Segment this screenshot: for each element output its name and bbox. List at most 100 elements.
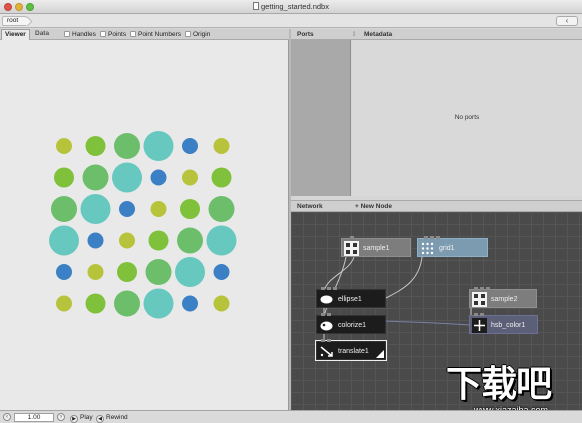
grid-circle — [213, 138, 230, 154]
address-bar: root ‹ — [0, 14, 582, 28]
colorize-icon — [319, 318, 334, 333]
tab-data[interactable]: Data — [32, 29, 52, 40]
node-hsb-color1[interactable]: hsb_color1 — [469, 313, 538, 334]
grid-circle — [87, 232, 104, 249]
grid-circle — [148, 230, 169, 251]
grid-circle — [182, 169, 198, 186]
tab-viewer[interactable]: Viewer — [1, 29, 30, 40]
frame-field[interactable]: 1.00 — [14, 413, 54, 422]
grid-circle — [208, 196, 235, 222]
point-numbers-label: Point Numbers — [138, 31, 181, 38]
breadcrumb-root[interactable]: root — [2, 16, 28, 26]
grid-circle — [143, 288, 174, 319]
grid-circle — [175, 257, 205, 287]
watermark-logo: 下载吧 — [446, 364, 552, 405]
grid-circle — [114, 133, 140, 159]
grid-circle — [56, 138, 72, 154]
grid-dots-icon — [472, 292, 487, 307]
network-header: Network + New Node — [291, 200, 582, 212]
grid-circle — [213, 295, 230, 312]
node-label: translate1 — [338, 348, 369, 355]
node-label: colorize1 — [338, 322, 367, 329]
rendered-flag-icon — [376, 350, 384, 358]
node-grid1[interactable]: grid1 — [417, 236, 488, 257]
grid-circle — [119, 232, 135, 249]
grid-circle — [51, 196, 77, 222]
grid-dots-icon — [344, 241, 359, 256]
grid-circle — [56, 264, 72, 280]
rewind-label: Rewind — [106, 414, 128, 421]
no-ports-message: No ports — [454, 114, 480, 121]
origin-checkbox[interactable] — [185, 31, 191, 37]
grid-circle — [117, 262, 137, 282]
point-numbers-checkbox[interactable] — [130, 31, 136, 37]
grid-circle — [85, 136, 106, 156]
rewind-icon: ◀ — [96, 415, 104, 423]
handles-label: Handles — [72, 31, 96, 38]
grid-circle — [177, 227, 203, 254]
window-title-bar: getting_started.ndbx — [0, 0, 582, 14]
points-checkbox[interactable] — [100, 31, 106, 37]
viewer-toolbar: Viewer Data Handles Points Point Numbers… — [0, 29, 289, 40]
handles-checkbox[interactable] — [64, 31, 70, 37]
node-colorize1[interactable]: colorize1 — [316, 313, 386, 334]
circle-grid — [49, 131, 237, 319]
grid-circle — [182, 295, 198, 312]
node-sample1[interactable]: sample1 — [341, 236, 411, 257]
splitter-grip-icon[interactable]: ⁞ — [353, 30, 355, 39]
window-title-text: getting_started.ndbx — [261, 2, 329, 11]
grid-circle — [182, 138, 198, 154]
grid-circle — [85, 293, 106, 314]
color-icon — [472, 318, 487, 333]
rewind-button[interactable]: ◀ Rewind — [96, 413, 128, 423]
grid-circle — [211, 167, 232, 188]
points-label: Points — [108, 31, 127, 38]
frame-decrement-button[interactable]: ‹ — [3, 413, 11, 421]
ports-list[interactable] — [291, 40, 351, 196]
ellipse-icon — [319, 292, 334, 307]
document-icon — [253, 2, 260, 10]
viewer-canvas[interactable] — [0, 40, 289, 410]
grid-circle — [87, 264, 104, 280]
grid-circle — [54, 167, 74, 188]
grid-icon — [420, 241, 435, 256]
playback-bar: ‹ 1.00 › ▶ Play ◀ Rewind — [0, 410, 582, 423]
grid-circle — [49, 225, 79, 256]
grid-circle — [112, 162, 142, 193]
node-label: ellipse1 — [338, 296, 362, 303]
grid-circle — [56, 295, 72, 312]
origin-label: Origin — [193, 31, 211, 38]
translate-icon — [319, 344, 334, 359]
origin-option[interactable]: Origin — [185, 30, 210, 39]
grid-circle — [206, 225, 237, 256]
ports-editor: No ports — [352, 40, 582, 196]
frame-increment-button[interactable]: › — [57, 413, 65, 421]
play-button[interactable]: ▶ Play — [70, 413, 93, 423]
grid-circle — [213, 264, 230, 280]
play-icon: ▶ — [70, 415, 78, 423]
metadata-title: Metadata — [364, 31, 393, 38]
handles-option[interactable]: Handles — [64, 30, 96, 39]
grid-circle — [114, 290, 140, 317]
node-label: hsb_color1 — [491, 322, 526, 329]
node-ellipse1[interactable]: ellipse1 — [316, 287, 386, 308]
point-numbers-option[interactable]: Point Numbers — [130, 30, 181, 39]
back-button[interactable]: ‹ — [556, 16, 578, 26]
grid-circle — [150, 169, 167, 186]
grid-circle — [180, 199, 200, 219]
ports-header: Ports ⁞ Metadata — [291, 29, 582, 40]
grid-circle — [119, 201, 135, 217]
grid-circle — [145, 259, 172, 285]
new-node-button[interactable]: + New Node — [355, 202, 392, 211]
grid-circle — [80, 194, 111, 224]
grid-circle — [150, 201, 167, 217]
node-translate1[interactable]: translate1 — [316, 339, 386, 360]
node-label: grid1 — [439, 245, 455, 252]
network-title: Network — [297, 203, 323, 210]
node-label: sample1 — [363, 245, 390, 252]
node-sample2[interactable]: sample2 — [469, 287, 537, 308]
points-option[interactable]: Points — [100, 30, 126, 39]
grid-circle — [82, 164, 109, 191]
window-title: getting_started.ndbx — [0, 2, 582, 11]
play-label: Play — [80, 414, 93, 421]
